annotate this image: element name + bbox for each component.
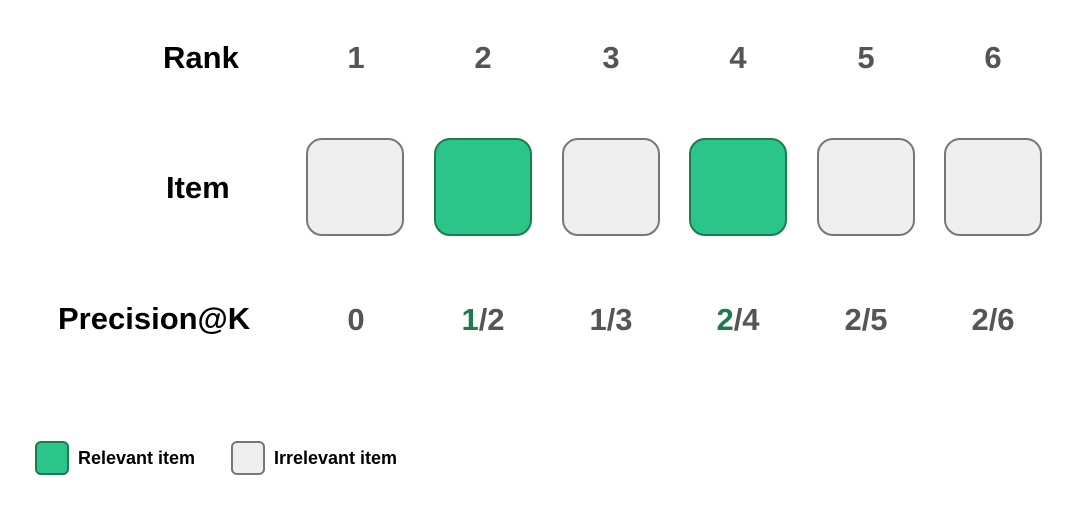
item-row-label: Item xyxy=(166,170,230,205)
precision-value-2: 1/2 xyxy=(443,304,523,335)
precision-value-1: 0 xyxy=(316,304,396,335)
rank-number-6: 6 xyxy=(984,40,1002,75)
precision-denominator: /3 xyxy=(606,302,633,337)
precision-row-label: Precision@K xyxy=(58,301,251,336)
rank-number-3: 3 xyxy=(602,40,620,75)
item-box-5 xyxy=(817,138,915,236)
precision-numerator: 2 xyxy=(844,302,862,337)
precision-numerator: 2 xyxy=(716,302,734,337)
precision-denominator: /6 xyxy=(988,302,1015,337)
item-box-4 xyxy=(689,138,787,236)
item-box-2 xyxy=(434,138,532,236)
rank-number-5: 5 xyxy=(857,40,875,75)
precision-denominator: /5 xyxy=(861,302,888,337)
precision-numerator: 2 xyxy=(971,302,989,337)
item-box-6 xyxy=(944,138,1042,236)
precision-value-5: 2/5 xyxy=(826,304,906,335)
legend-relevant-label: Relevant item xyxy=(78,448,196,468)
legend-relevant-swatch xyxy=(35,441,69,475)
legend-irrelevant-swatch xyxy=(231,441,265,475)
precision-numerator: 0 xyxy=(347,302,365,337)
precision-numerator: 1 xyxy=(589,302,607,337)
rank-number-2: 2 xyxy=(474,40,492,75)
legend-irrelevant-label: Irrelevant item xyxy=(274,448,398,468)
rank-number-4: 4 xyxy=(729,40,747,75)
rank-number-1: 1 xyxy=(347,40,365,75)
precision-value-6: 2/6 xyxy=(953,304,1033,335)
item-box-1 xyxy=(306,138,404,236)
precision-value-4: 2/4 xyxy=(698,304,778,335)
item-box-3 xyxy=(562,138,660,236)
precision-denominator: /4 xyxy=(733,302,760,337)
rank-row-label: Rank xyxy=(163,40,239,75)
precision-value-3: 1/3 xyxy=(571,304,651,335)
precision-numerator: 1 xyxy=(461,302,479,337)
precision-denominator: /2 xyxy=(478,302,505,337)
